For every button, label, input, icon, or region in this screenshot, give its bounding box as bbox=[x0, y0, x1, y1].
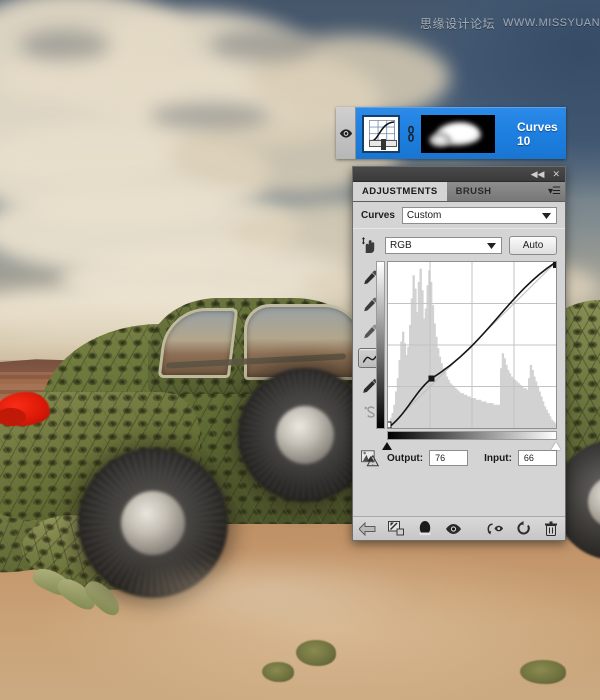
tab-brush[interactable]: BRUSH bbox=[447, 182, 501, 201]
watermark-url-text: WWW.MISSYUAN.COM bbox=[503, 17, 600, 29]
watermark-chinese-text: 思缘设计论坛 bbox=[420, 16, 496, 31]
cloud-shadow bbox=[150, 103, 270, 129]
curve-plot bbox=[388, 262, 556, 428]
layer-name-label: Curves 10 bbox=[517, 119, 558, 148]
curves-preset-row: Curves Custom bbox=[353, 202, 565, 228]
panel-titlebar[interactable]: ◀◀ ✕ bbox=[353, 167, 565, 182]
panel-menu-icon[interactable]: ▾☰ bbox=[548, 186, 561, 197]
clip-to-layer-icon[interactable] bbox=[388, 520, 405, 537]
delete-adjustment-layer-icon[interactable] bbox=[543, 520, 559, 537]
output-value: 76 bbox=[435, 453, 446, 463]
curves-preset-select[interactable]: Custom bbox=[401, 206, 557, 224]
screenshot-root: 思缘设计论坛 WWW.MISSYUAN.COM bbox=[0, 0, 600, 700]
input-value: 66 bbox=[523, 453, 534, 463]
dust-cloud bbox=[60, 540, 480, 650]
output-field[interactable]: 76 bbox=[429, 450, 469, 466]
collapse-icon[interactable]: ◀◀ bbox=[529, 169, 547, 179]
output-label: Output: bbox=[387, 452, 424, 464]
eye-icon bbox=[339, 128, 352, 138]
return-to-adjustment-list-icon[interactable] bbox=[359, 520, 376, 537]
channel-row: RGB Auto bbox=[353, 229, 565, 259]
tab-adjustments[interactable]: ADJUSTMENTS bbox=[353, 182, 447, 201]
layer-mask-thumbnail[interactable] bbox=[421, 114, 495, 153]
chain-link-icon bbox=[407, 125, 414, 142]
trash-glyph bbox=[545, 521, 557, 536]
black-point-handle[interactable] bbox=[382, 442, 392, 450]
back-arrow-glyph bbox=[359, 521, 376, 536]
desert-bush bbox=[262, 662, 294, 682]
input-label: Input: bbox=[484, 452, 512, 464]
preview-eye-icon[interactable] bbox=[445, 520, 462, 537]
curves-preset-value: Custom bbox=[406, 209, 442, 221]
layer-row-selected[interactable]: Curves 10 bbox=[356, 107, 566, 159]
layer-visibility-toggle[interactable] bbox=[336, 107, 356, 159]
reset-circle-glyph bbox=[516, 521, 530, 535]
channel-select[interactable]: RGB bbox=[385, 236, 502, 254]
desert-bush bbox=[296, 640, 336, 666]
panel-spacer bbox=[353, 470, 565, 516]
curve-graph-wrapper bbox=[376, 261, 561, 450]
channel-value: RGB bbox=[390, 239, 412, 251]
layers-panel-row[interactable]: Curves 10 bbox=[336, 107, 566, 159]
chevron-down-icon bbox=[487, 242, 496, 249]
cloud-shadow bbox=[210, 28, 320, 62]
clipping-warning-icon[interactable] bbox=[361, 449, 381, 467]
panel-tab-bar: ADJUSTMENTS BRUSH ▾☰ bbox=[353, 182, 565, 202]
curve-graph[interactable] bbox=[387, 261, 557, 429]
clip-glyph bbox=[388, 521, 404, 536]
mask-shape bbox=[429, 132, 451, 147]
chevron-down-icon bbox=[542, 212, 551, 219]
reset-adjustment-icon[interactable] bbox=[515, 520, 531, 537]
tab-filler: ▾☰ bbox=[500, 182, 565, 201]
white-point-handle[interactable] bbox=[551, 442, 561, 450]
watermark: 思缘设计论坛 WWW.MISSYUAN.COM bbox=[420, 14, 600, 32]
auto-button[interactable]: Auto bbox=[509, 235, 557, 255]
desert-bush bbox=[520, 660, 566, 684]
curves-thumbnail-icon[interactable] bbox=[362, 114, 400, 153]
close-icon[interactable]: ✕ bbox=[550, 169, 562, 179]
on-image-adjust-hand-icon[interactable] bbox=[361, 236, 378, 254]
input-gradient-bar bbox=[387, 431, 557, 440]
eye-glyph bbox=[446, 523, 461, 534]
link-icon[interactable] bbox=[406, 125, 415, 143]
toggle-layer-mask-icon[interactable] bbox=[417, 520, 433, 537]
input-field[interactable]: 66 bbox=[517, 450, 557, 466]
panel-footer bbox=[353, 516, 565, 540]
adjustments-panel: ◀◀ ✕ ADJUSTMENTS BRUSH ▾☰ Curves Custom bbox=[352, 166, 566, 541]
mask-ellipse-glyph bbox=[419, 521, 431, 536]
output-gradient-bar bbox=[376, 261, 385, 429]
cloud-shadow bbox=[20, 30, 110, 60]
view-previous-state-icon[interactable] bbox=[486, 520, 503, 537]
previous-state-glyph bbox=[487, 523, 503, 534]
curves-label: Curves bbox=[361, 209, 395, 221]
curve-graph-area bbox=[353, 259, 565, 450]
hubcap bbox=[276, 406, 334, 464]
thumbnail-slider bbox=[369, 138, 397, 150]
